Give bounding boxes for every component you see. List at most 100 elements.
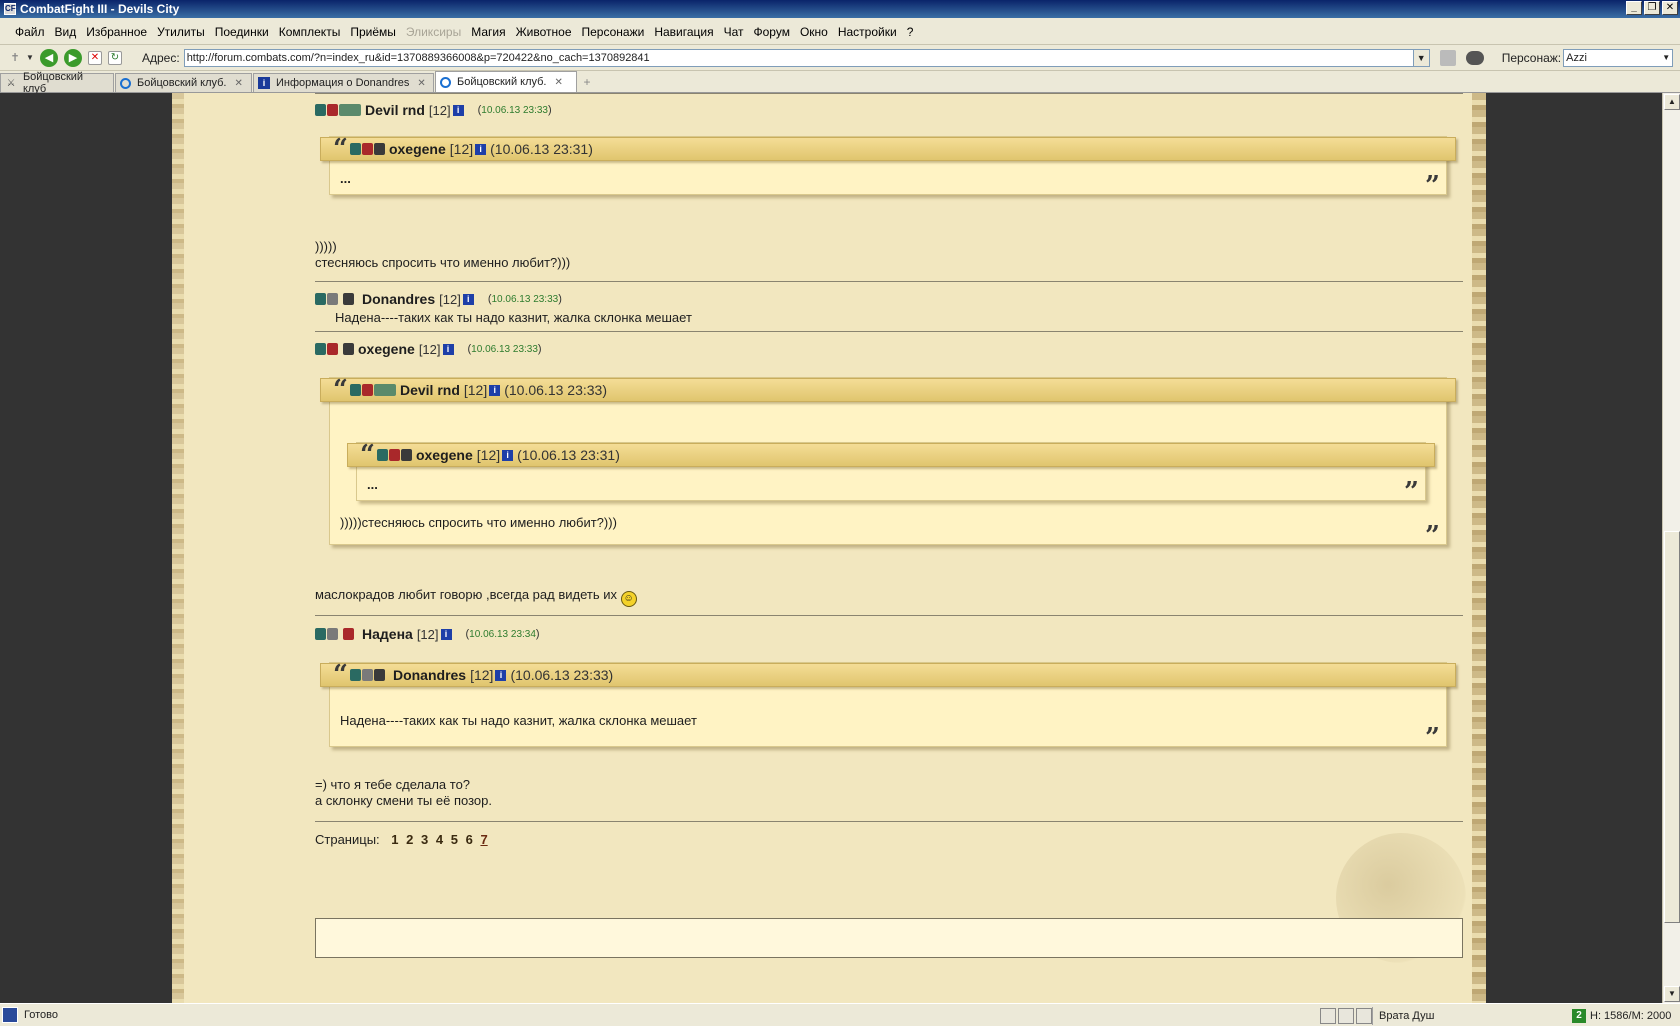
quote-author[interactable]: oxegene [389, 141, 446, 157]
quote-author[interactable]: oxegene [416, 447, 473, 463]
refresh-button[interactable]: ↻ [108, 50, 122, 65]
quote-author[interactable]: Donandres [393, 667, 466, 683]
info-icon[interactable]: i [502, 449, 514, 461]
document-icon[interactable] [1338, 1007, 1354, 1024]
maximize-button[interactable]: ❐ [1644, 1, 1660, 15]
post-author[interactable]: Надена [362, 626, 413, 642]
menu-settings[interactable]: Настройки [833, 25, 902, 39]
menu-help[interactable]: ? [902, 25, 919, 39]
info-icon[interactable]: i [462, 293, 474, 305]
close-tab-icon[interactable]: ✕ [417, 78, 425, 89]
menu-bar: Файл Вид Избранное Утилиты Поединки Комп… [0, 19, 1680, 45]
address-input[interactable]: http://forum.combats.com/?n=index_ru&id=… [183, 48, 1414, 67]
refresh-status-icon[interactable] [1320, 1007, 1336, 1024]
forward-button[interactable]: ▶ [64, 48, 82, 67]
back-button[interactable]: ◀ [40, 48, 58, 67]
info-icon[interactable]: i [442, 343, 454, 355]
menu-techniques[interactable]: Приёмы [345, 25, 401, 39]
pin-icon[interactable]: ✝ [6, 49, 24, 67]
tab-fight-club-1[interactable]: ⚔ Бойцовский клуб [0, 71, 114, 95]
binoculars-icon[interactable] [1465, 50, 1484, 65]
tab-info-donandres[interactable]: i Информация о Donandres ✕ [253, 73, 434, 92]
hp-mana: H: 1586/M: 2000 [1590, 1009, 1672, 1022]
rank-badge-icon [373, 384, 396, 396]
close-tab-icon[interactable]: ✕ [235, 78, 243, 89]
reply-box[interactable] [315, 918, 1463, 958]
menu-view[interactable]: Вид [50, 25, 82, 39]
forum-post: Devil rnd [12] i (10.06.13 23:33) “ oxeg… [315, 100, 1463, 271]
align-badge-icon [361, 384, 373, 396]
info-icon[interactable]: i [440, 628, 452, 640]
page-link[interactable]: 1 [391, 832, 398, 847]
info-icon[interactable]: i [489, 384, 501, 396]
menu-magic[interactable]: Магия [466, 25, 510, 39]
tab-fight-club-3[interactable]: Бойцовский клуб. ✕ [435, 71, 577, 92]
menu-sets[interactable]: Комплекты [274, 25, 346, 39]
vertical-scrollbar[interactable]: ▲ ▼ [1662, 93, 1680, 1003]
page-link[interactable]: 6 [466, 832, 473, 847]
ie-icon [440, 76, 451, 88]
ie-icon [120, 77, 131, 89]
post-header: Devil rnd [12] i (10.06.13 23:33) [315, 100, 1463, 120]
close-tab-icon[interactable]: ✕ [555, 77, 563, 88]
quote-level: [12] [476, 447, 501, 463]
quote-level: [12] [463, 382, 488, 398]
post-line: а склонку смени ты её позор. [315, 793, 492, 808]
post-body: ))))) стесняюсь спросить что именно люби… [315, 239, 1463, 271]
menu-characters[interactable]: Персонажи [577, 25, 650, 39]
post-timestamp: (10.06.13 23:33) [487, 293, 562, 305]
info-icon[interactable]: i [475, 143, 487, 155]
quote-close-icon: ” [1425, 521, 1440, 551]
menu-navigation[interactable]: Навигация [649, 25, 718, 39]
align-badge-icon [327, 628, 338, 640]
pagination-label: Страницы: [315, 832, 380, 847]
chevron-down-icon[interactable]: ▼ [26, 49, 34, 67]
quote-header: “ oxegene [12] i (10.06.13 23:31) [347, 442, 1435, 468]
info-icon[interactable]: i [495, 669, 507, 681]
tab-label: Бойцовский клуб. [137, 77, 227, 89]
window-icon[interactable] [1356, 1007, 1372, 1024]
persona-select[interactable]: Azzi [1563, 48, 1674, 67]
page-link[interactable]: 3 [421, 832, 428, 847]
go-icon[interactable] [1439, 49, 1456, 66]
new-tab-button[interactable]: + [578, 73, 596, 92]
menu-chat[interactable]: Чат [719, 25, 749, 39]
page-link-current[interactable]: 7 [480, 832, 487, 847]
scroll-thumb[interactable] [1664, 531, 1680, 923]
page-link[interactable]: 2 [406, 832, 413, 847]
menu-window[interactable]: Окно [795, 25, 833, 39]
scroll-down-icon[interactable]: ▼ [1664, 986, 1680, 1002]
quote-block: “ Devil rnd [12] i (10.06.13 23:33) “ ox… [320, 377, 1456, 551]
post-author[interactable]: Donandres [362, 291, 435, 307]
page-link[interactable]: 4 [436, 832, 443, 847]
tab-bar: ⚔ Бойцовский клуб Бойцовский клуб. ✕ i И… [0, 71, 1680, 95]
nested-quote-block: “ oxegene [12] i (10.06.13 23:31) ... ” [347, 442, 1435, 505]
info-icon[interactable]: i [452, 104, 464, 116]
minimize-button[interactable]: _ [1626, 1, 1642, 15]
menu-forum[interactable]: Форум [749, 25, 795, 39]
post-divider [315, 615, 1463, 616]
menu-animal[interactable]: Животное [511, 25, 577, 39]
menu-favorites[interactable]: Избранное [81, 25, 152, 39]
post-author[interactable]: oxegene [358, 341, 415, 357]
menu-file[interactable]: Файл [10, 25, 50, 39]
app-icon: CF [4, 3, 16, 15]
quote-author[interactable]: Devil rnd [400, 382, 460, 398]
quote-header: “ Donandres [12] i (10.06.13 23:33) [320, 662, 1456, 688]
post-level: [12] [439, 291, 461, 307]
scroll-up-icon[interactable]: ▲ [1664, 94, 1680, 110]
post-author[interactable]: Devil rnd [365, 102, 425, 118]
menu-utilities[interactable]: Утилиты [152, 25, 210, 39]
clan-badge-icon [349, 143, 361, 155]
tab-fight-club-2[interactable]: Бойцовский клуб. ✕ [115, 73, 252, 92]
close-button[interactable]: ✕ [1662, 1, 1678, 15]
post-header: Donandres [12] i (10.06.13 23:33) [315, 289, 1463, 309]
stop-button[interactable]: ✕ [88, 50, 102, 65]
user-badges [376, 449, 412, 461]
clan-badge-icon [315, 343, 326, 355]
menu-duels[interactable]: Поединки [210, 25, 274, 39]
page-link[interactable]: 5 [451, 832, 458, 847]
rank-badge-icon [339, 104, 361, 116]
address-dropdown-icon[interactable]: ▼ [1413, 48, 1430, 67]
user-badges [315, 343, 354, 355]
